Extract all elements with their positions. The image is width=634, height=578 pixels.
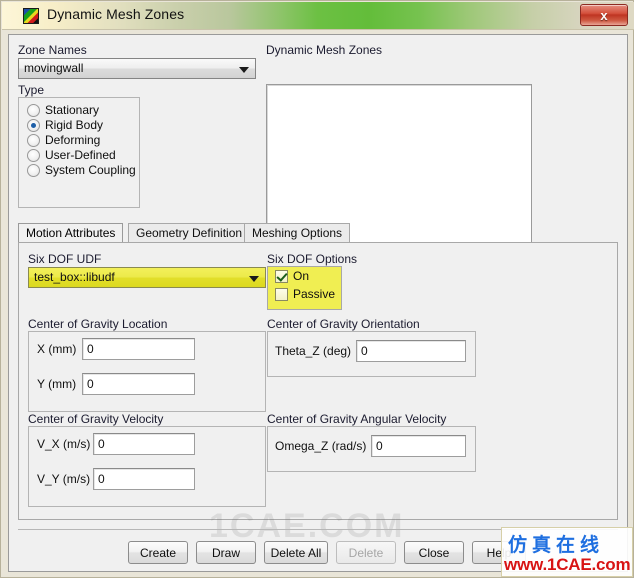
checkbox-on[interactable]: On [275, 269, 337, 286]
radio-label: Stationary [45, 103, 100, 117]
window-title: Dynamic Mesh Zones [47, 6, 185, 22]
help-button[interactable]: Help [472, 541, 526, 564]
zone-names-value: movingwall [24, 61, 84, 75]
button-separator [18, 529, 618, 530]
tab-meshing-options[interactable]: Meshing Options [244, 223, 351, 243]
radio-label: Rigid Body [45, 118, 104, 132]
cg-velocity-vy-input[interactable]: 0 [93, 468, 195, 490]
six-dof-udf-value: test_box::libudf [34, 270, 115, 284]
cg-orientation-theta-input[interactable]: 0 [356, 340, 466, 362]
cg-orientation-theta-value: 0 [361, 344, 368, 358]
cg-velocity-label: Center of Gravity Velocity [28, 412, 164, 426]
checkbox-label: Passive [293, 287, 336, 301]
six-dof-udf-combo[interactable]: test_box::libudf [28, 267, 266, 288]
radio-label: System Coupling [45, 163, 136, 177]
checkbox-label: On [293, 269, 310, 283]
cg-angular-velocity-omega-input[interactable]: 0 [371, 435, 466, 457]
radio-stationary[interactable]: Stationary [27, 103, 135, 119]
cg-velocity-vy-value: 0 [98, 472, 105, 486]
delete-all-button[interactable]: Delete All [264, 541, 328, 564]
radio-icon [27, 149, 40, 162]
cg-orientation-label: Center of Gravity Orientation [267, 317, 420, 331]
checkbox-icon-checked [275, 270, 288, 283]
radio-user-defined[interactable]: User-Defined [27, 148, 135, 164]
radio-icon [27, 134, 40, 147]
radio-icon-selected [27, 119, 40, 132]
tab-geometry-definition[interactable]: Geometry Definition [128, 223, 251, 243]
cg-location-x-label: X (mm) [37, 342, 77, 356]
delete-button: Delete [336, 541, 396, 564]
radio-label: Deforming [45, 133, 101, 147]
close-button[interactable]: x [580, 4, 628, 26]
cg-location-x-value: 0 [87, 342, 94, 356]
radio-icon [27, 104, 40, 117]
cg-orientation-theta-label: Theta_Z (deg) [275, 344, 352, 358]
tab-strip: Motion Attributes Geometry Definition Me… [18, 223, 618, 243]
six-dof-options-label: Six DOF Options [267, 252, 358, 266]
dialog-window: Dynamic Mesh Zones x Zone Names movingwa… [0, 0, 634, 578]
tab-motion-attributes[interactable]: Motion Attributes [18, 223, 124, 243]
radio-system-coupling[interactable]: System Coupling [27, 163, 136, 179]
checkbox-icon [275, 288, 288, 301]
cg-location-x-input[interactable]: 0 [82, 338, 195, 360]
cg-angular-velocity-omega-value: 0 [376, 439, 383, 453]
radio-rigid-body[interactable]: Rigid Body [27, 118, 135, 134]
type-group-label: Type [18, 83, 45, 97]
dialog-client-area: Zone Names movingwall Type Stationary Ri… [8, 34, 628, 572]
radio-icon [27, 164, 40, 177]
cg-velocity-vx-label: V_X (m/s) [37, 437, 91, 451]
cg-velocity-vy-label: V_Y (m/s) [37, 472, 91, 486]
six-dof-udf-label: Six DOF UDF [28, 252, 102, 266]
zone-names-label: Zone Names [18, 43, 87, 57]
chevron-down-icon [249, 276, 259, 282]
fluent-app-icon [23, 8, 39, 24]
cg-location-label: Center of Gravity Location [28, 317, 168, 331]
cg-location-y-label: Y (mm) [37, 377, 77, 391]
close-dialog-button[interactable]: Close [404, 541, 464, 564]
tab-panel-motion-attributes: Six DOF UDF test_box::libudf Six DOF Opt… [18, 242, 618, 545]
cg-location-y-value: 0 [87, 377, 94, 391]
create-button[interactable]: Create [128, 541, 188, 564]
cg-velocity-vx-input[interactable]: 0 [93, 433, 195, 455]
radio-deforming[interactable]: Deforming [27, 133, 135, 149]
cg-angular-velocity-omega-label: Omega_Z (rad/s) [275, 439, 367, 453]
zones-list-label: Dynamic Mesh Zones [266, 43, 383, 57]
cg-angular-velocity-label: Center of Gravity Angular Velocity [267, 412, 447, 426]
title-bar: Dynamic Mesh Zones x [2, 2, 634, 30]
checkbox-passive[interactable]: Passive [275, 287, 337, 304]
zone-names-combo[interactable]: movingwall [18, 58, 256, 79]
cg-location-y-input[interactable]: 0 [82, 373, 195, 395]
cg-velocity-vx-value: 0 [98, 437, 105, 451]
chevron-down-icon [239, 67, 249, 73]
radio-label: User-Defined [45, 148, 116, 162]
draw-button[interactable]: Draw [196, 541, 256, 564]
close-icon: x [600, 7, 608, 23]
